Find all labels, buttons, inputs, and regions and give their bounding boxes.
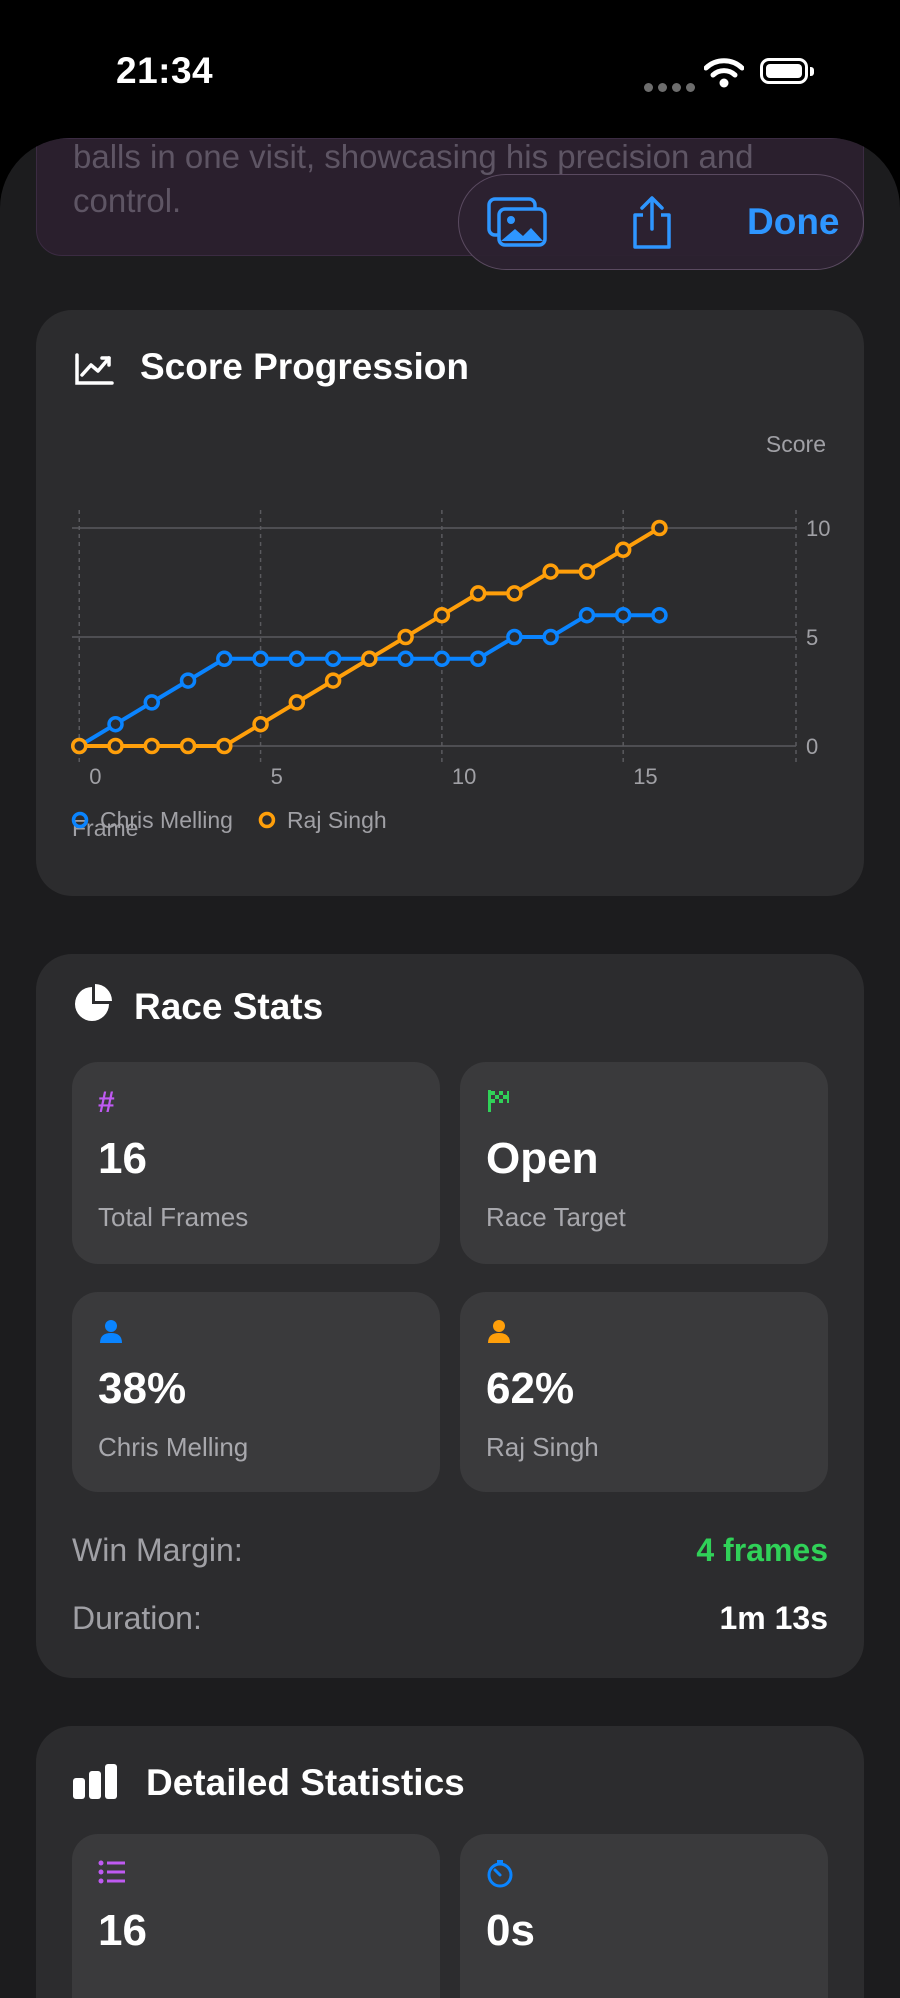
photos-button[interactable] (487, 197, 549, 254)
series-point-2 (469, 585, 487, 602)
battery-icon (760, 58, 814, 84)
raj-singh-share-value: 62% (486, 1364, 575, 1413)
series-point-1 (397, 650, 414, 668)
duration-value: 1m 13s (719, 1600, 828, 1636)
series-point-1 (324, 650, 342, 668)
series-point-2 (614, 541, 632, 559)
series-point-1 (614, 606, 632, 624)
series-point-2 (361, 650, 378, 668)
series-point-2 (71, 737, 88, 755)
series-point-1 (107, 715, 124, 733)
y-tick-label: 5 (806, 625, 818, 650)
series-point-2 (216, 737, 233, 755)
total-frames-tile: # 16 Total Frames (72, 1062, 440, 1264)
series-point-1 (542, 628, 559, 646)
sheet-toolbar: Done (458, 174, 864, 270)
race-summary-sheet: balls in one visit, showcasing his preci… (0, 138, 900, 1998)
duration-label: Duration: (72, 1600, 202, 1636)
series-point-2 (179, 737, 197, 755)
raj-singh-share-label: Raj Singh (486, 1432, 599, 1462)
series-point-1 (216, 650, 233, 668)
series-point-2 (397, 628, 414, 646)
status-time: 21:34 (116, 50, 214, 91)
checkered-flag-icon (488, 1090, 509, 1112)
series-point-2 (578, 563, 596, 580)
x-tick-label: 5 (271, 764, 283, 789)
total-frames-label: Total Frames (98, 1202, 249, 1232)
total-frames-value: 16 (98, 1134, 147, 1183)
share-button[interactable] (629, 195, 675, 256)
chris-melling-share-value: 38% (98, 1364, 187, 1413)
raj-singh-share-tile: 62% Raj Singh (460, 1292, 828, 1492)
x-tick-label: 10 (452, 764, 476, 789)
detailed-statistics-title: Detailed Statistics (146, 1762, 465, 1803)
series-point-1 (651, 606, 668, 624)
series-point-1 (252, 650, 269, 668)
cellular-signal-icon (644, 79, 700, 97)
series-point-1 (288, 650, 306, 668)
timer-icon (487, 1860, 513, 1888)
x-tick-label: 15 (633, 764, 657, 789)
race-target-label: Race Target (486, 1202, 626, 1232)
series-point-2 (107, 737, 124, 755)
race-stats-card: Race Stats # 16 Total Frames Open Race T… (36, 954, 864, 1678)
detailed-frames-value: 16 (98, 1906, 147, 1955)
detailed-time-tile: 0s (460, 1834, 828, 1998)
hash-icon: # (98, 1086, 115, 1119)
y-axis-title: Score (766, 431, 826, 457)
series-point-2 (252, 715, 269, 733)
legend-label-1: Chris Melling (100, 807, 233, 833)
person-icon (488, 1320, 510, 1343)
bar-chart-icon (73, 1764, 117, 1799)
status-bar: 21:34 (0, 0, 900, 140)
series-point-2 (288, 694, 306, 711)
x-tick-label: 0 (89, 764, 101, 789)
win-margin-value: 4 frames (696, 1532, 828, 1568)
race-target-value: Open (486, 1134, 599, 1183)
series-point-1 (179, 672, 197, 689)
score-progression-card: Score Progression 0 5 10 15 0 5 10 Score Frame Ch… (36, 310, 864, 896)
detailed-statistics-card: Detailed Statistics 16 0s (36, 1726, 864, 1998)
series-point-1 (578, 606, 596, 624)
series-point-2 (143, 737, 161, 755)
series-point-1 (506, 628, 523, 646)
series-point-1 (433, 650, 451, 668)
series-line-1 (78, 613, 660, 748)
y-tick-label: 10 (806, 516, 830, 541)
y-tick-label: 0 (806, 734, 818, 759)
share-icon (633, 196, 671, 249)
series-point-1 (469, 650, 487, 668)
race-stats-title: Race Stats (134, 986, 324, 1027)
pie-chart-icon (75, 984, 112, 1021)
race-target-tile: Open Race Target (460, 1062, 828, 1264)
score-progression-chart: 0 5 10 150510ScoreFrameChris Melling Raj Sin… (71, 431, 830, 841)
chris-melling-share-tile: 38% Chris Melling (72, 1292, 440, 1492)
detailed-time-value: 0s (486, 1906, 535, 1955)
detailed-frames-tile: 16 (72, 1834, 440, 1998)
person-icon (100, 1320, 122, 1343)
list-icon (98, 1860, 125, 1884)
legend-label-2: Raj Singh (287, 807, 387, 833)
photos-icon (487, 197, 547, 247)
win-margin-label: Win Margin: (72, 1532, 243, 1568)
series-point-2 (324, 672, 342, 689)
series-point-2 (542, 563, 559, 580)
series-point-2 (433, 606, 451, 624)
wifi-icon (703, 58, 745, 93)
legend-marker-2 (258, 811, 276, 829)
chris-melling-share-label: Chris Melling (98, 1432, 249, 1462)
series-point-2 (506, 585, 523, 602)
series-point-2 (651, 519, 668, 537)
done-button[interactable]: Done (747, 201, 840, 243)
series-point-1 (143, 694, 161, 711)
